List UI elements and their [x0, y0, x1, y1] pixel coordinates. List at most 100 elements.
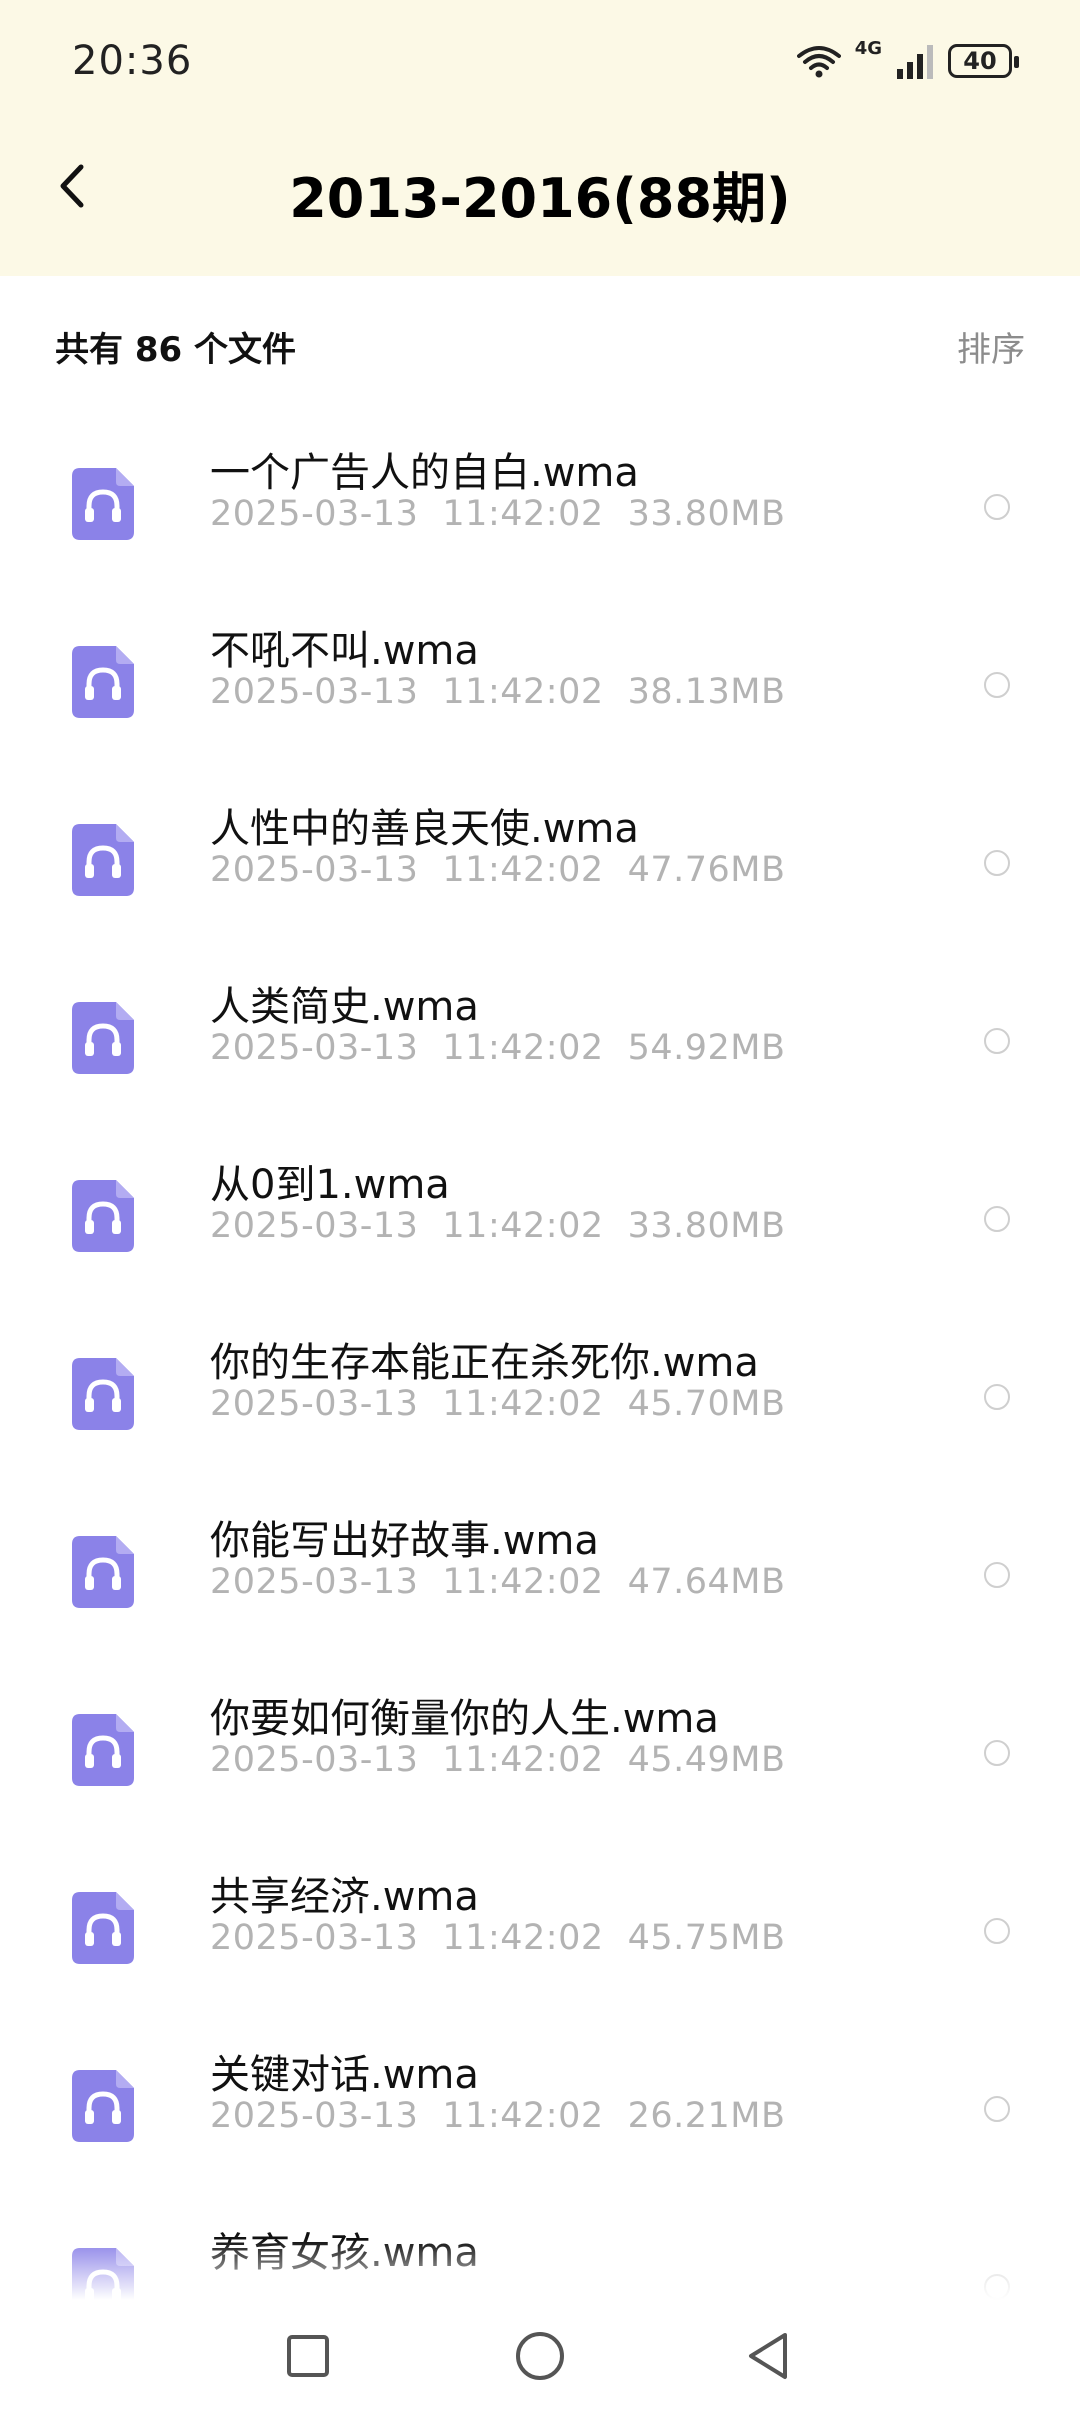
audio-file-icon — [70, 1000, 136, 1076]
file-size: 38.13MB — [627, 672, 786, 712]
file-time: 11:42:02 — [442, 1206, 604, 1246]
wifi-icon — [796, 44, 841, 78]
select-radio[interactable] — [984, 2096, 1010, 2122]
file-meta: 2025-03-13 11:42:02 47.76MB — [210, 850, 810, 890]
file-size: 45.75MB — [627, 1918, 786, 1958]
file-date: 2025-03-13 — [210, 850, 419, 890]
file-date: 2025-03-13 — [210, 1028, 419, 1068]
audio-file-icon — [70, 466, 136, 542]
file-meta: 2025-03-13 11:42:02 45.49MB — [210, 1740, 810, 1780]
audio-file-icon — [70, 1534, 136, 1610]
file-row[interactable]: 人性中的善良天使.wma 2025-03-13 11:42:02 47.76MB — [0, 776, 1080, 954]
file-time: 11:42:02 — [442, 2096, 604, 2136]
navigation-bar — [0, 2300, 1080, 2412]
file-row[interactable]: 你能写出好故事.wma 2025-03-13 11:42:02 47.64MB — [0, 1488, 1080, 1666]
file-size: 54.92MB — [627, 1028, 786, 1068]
file-row[interactable]: 共享经济.wma 2025-03-13 11:42:02 45.75MB — [0, 1844, 1080, 2022]
file-date: 2025-03-13 — [210, 2096, 419, 2136]
file-date: 2025-03-13 — [210, 1918, 419, 1958]
recents-square-icon — [285, 2333, 331, 2383]
file-size: 47.64MB — [627, 1562, 786, 1602]
nav-back-button[interactable] — [738, 2328, 798, 2388]
file-size: 47.76MB — [627, 850, 786, 890]
file-meta: 2025-03-13 11:42:02 54.92MB — [210, 1028, 810, 1068]
file-time: 11:42:02 — [442, 1918, 604, 1958]
select-radio[interactable] — [984, 672, 1010, 698]
audio-file-icon — [70, 1356, 136, 1432]
file-name: 你能写出好故事.wma — [210, 1518, 599, 1564]
file-meta: 2025-03-13 11:42:02 38.13MB — [210, 672, 810, 712]
file-size: 26.21MB — [627, 2096, 786, 2136]
status-time: 20:36 — [72, 38, 193, 84]
select-radio[interactable] — [984, 1562, 1010, 1588]
file-row[interactable]: 人类简史.wma 2025-03-13 11:42:02 54.92MB — [0, 954, 1080, 1132]
file-name: 你的生存本能正在杀死你.wma — [210, 1340, 759, 1386]
file-date: 2025-03-13 — [210, 1562, 419, 1602]
select-radio[interactable] — [984, 1384, 1010, 1410]
select-radio[interactable] — [984, 1028, 1010, 1054]
file-meta: 2025-03-13 11:42:02 47.64MB — [210, 1562, 810, 1602]
title-bar: 2013-2016(88期) — [0, 130, 1080, 256]
file-date: 2025-03-13 — [210, 494, 419, 534]
recents-button[interactable] — [278, 2328, 338, 2388]
file-row[interactable]: 你的生存本能正在杀死你.wma 2025-03-13 11:42:02 45.70MB — [0, 1310, 1080, 1488]
file-time: 11:42:02 — [442, 1028, 604, 1068]
file-size: 45.49MB — [627, 1740, 786, 1780]
file-date: 2025-03-13 — [210, 1740, 419, 1780]
select-radio[interactable] — [984, 494, 1010, 520]
file-time: 11:42:02 — [442, 494, 604, 534]
page-title: 2013-2016(88期) — [289, 167, 791, 230]
file-meta: 2025-03-13 11:42:02 33.80MB — [210, 1206, 810, 1246]
header: 20:36 4G 40 2013-2016(88期) — [0, 0, 1080, 276]
file-time: 11:42:02 — [442, 1384, 604, 1424]
file-name: 共享经济.wma — [210, 1874, 479, 1920]
battery-level: 40 — [963, 47, 997, 75]
sort-button[interactable]: 排序 — [957, 322, 1025, 371]
audio-file-icon — [70, 1712, 136, 1788]
file-name: 从0到1.wma — [210, 1162, 450, 1208]
file-name: 人类简史.wma — [210, 984, 479, 1030]
status-icons: 4G 40 — [796, 38, 1019, 84]
signal-icon — [896, 43, 934, 79]
audio-file-icon — [70, 644, 136, 720]
file-meta: 2025-03-13 11:42:02 33.80MB — [210, 494, 810, 534]
file-count: 共有 86 个文件 — [55, 330, 296, 370]
list-summary-bar: 共有 86 个文件 排序 — [0, 300, 1080, 390]
file-name: 人性中的善良天使.wma — [210, 806, 639, 852]
audio-file-icon — [70, 1178, 136, 1254]
file-name: 关键对话.wma — [210, 2052, 479, 2098]
file-browser-screen: 20:36 4G 40 2013-2016(88期) 共有 86 个文件 排序 … — [0, 0, 1080, 2412]
network-type: 4G — [854, 38, 882, 59]
file-size: 33.80MB — [627, 494, 786, 534]
file-name: 你要如何衡量你的人生.wma — [210, 1696, 719, 1742]
home-button[interactable] — [510, 2328, 570, 2388]
file-meta: 2025-03-13 11:42:02 26.21MB — [210, 2096, 810, 2136]
file-row[interactable]: 一个广告人的自白.wma 2025-03-13 11:42:02 33.80MB — [0, 420, 1080, 598]
battery-icon: 40 — [948, 44, 1019, 78]
file-row[interactable]: 从0到1.wma 2025-03-13 11:42:02 33.80MB — [0, 1132, 1080, 1310]
file-row[interactable]: 不吼不叫.wma 2025-03-13 11:42:02 38.13MB — [0, 598, 1080, 776]
file-name: 不吼不叫.wma — [210, 628, 479, 674]
file-size: 45.70MB — [627, 1384, 786, 1424]
file-time: 11:42:02 — [442, 850, 604, 890]
file-list: 一个广告人的自白.wma 2025-03-13 11:42:02 33.80MB 不吼不… — [0, 420, 1080, 2300]
file-row[interactable]: 你要如何衡量你的人生.wma 2025-03-13 11:42:02 45.49MB — [0, 1666, 1080, 1844]
select-radio[interactable] — [984, 1206, 1010, 1232]
file-meta: 2025-03-13 11:42:02 45.75MB — [210, 1918, 810, 1958]
file-row[interactable]: 关键对话.wma 2025-03-13 11:42:02 26.21MB — [0, 2022, 1080, 2200]
home-circle-icon — [514, 2330, 566, 2386]
file-size: 33.80MB — [627, 1206, 786, 1246]
select-radio[interactable] — [984, 1740, 1010, 1766]
audio-file-icon — [70, 2068, 136, 2144]
audio-file-icon — [70, 822, 136, 898]
file-meta: 2025-03-13 11:42:02 45.70MB — [210, 1384, 810, 1424]
file-date: 2025-03-13 — [210, 1384, 419, 1424]
file-time: 11:42:02 — [442, 1562, 604, 1602]
file-name: 一个广告人的自白.wma — [210, 450, 639, 496]
select-radio[interactable] — [984, 850, 1010, 876]
list-fade — [0, 2240, 1080, 2300]
select-radio[interactable] — [984, 1918, 1010, 1944]
file-date: 2025-03-13 — [210, 672, 419, 712]
audio-file-icon — [70, 1890, 136, 1966]
file-time: 11:42:02 — [442, 1740, 604, 1780]
